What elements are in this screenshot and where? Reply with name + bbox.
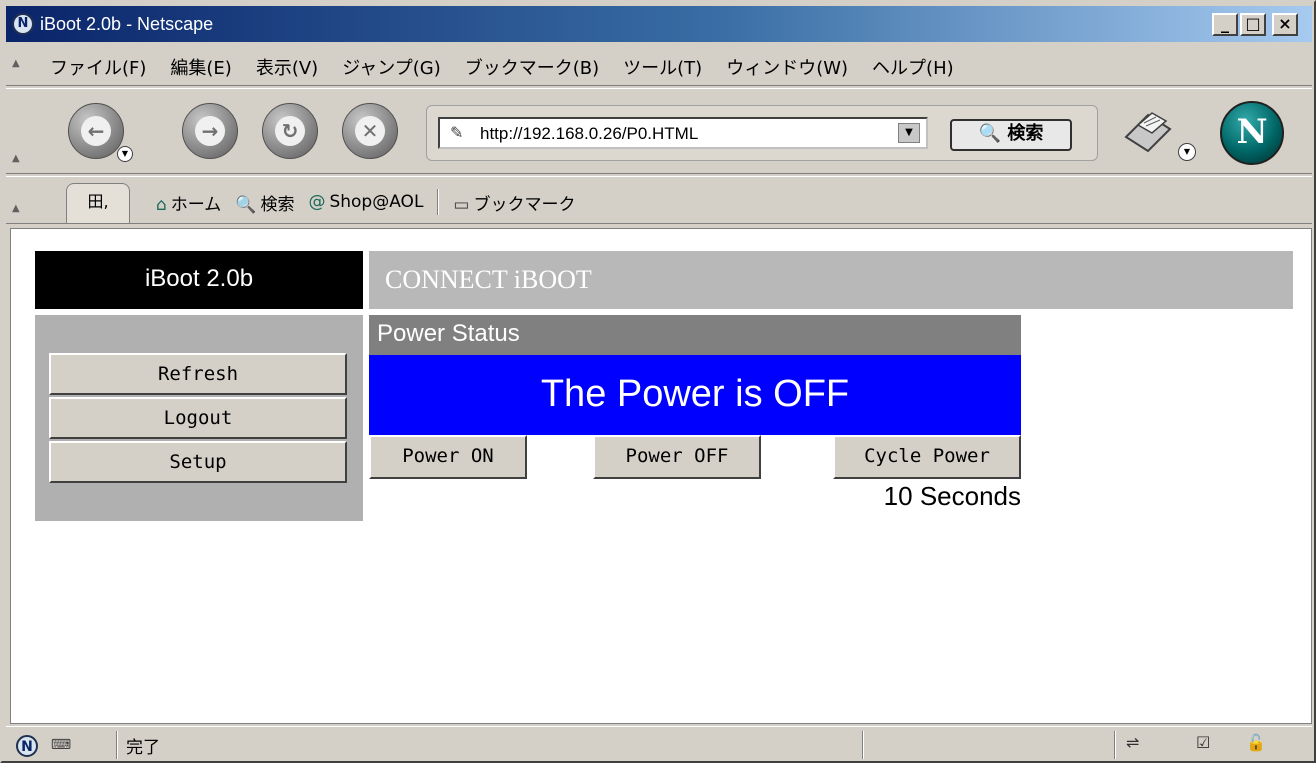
stop-button[interactable]: ✕ bbox=[342, 103, 398, 159]
page-title: CONNECT iBOOT bbox=[385, 265, 592, 294]
status-text: 完了 bbox=[126, 738, 160, 758]
page-content: iBoot 2.0b CONNECT iBOOT Refresh Logout … bbox=[10, 228, 1312, 724]
toolbar-grip-icon[interactable]: ▲ bbox=[12, 58, 24, 70]
home-link[interactable]: ⌂ ホーム bbox=[156, 190, 221, 215]
back-arrow-icon: ← bbox=[81, 116, 111, 146]
menu-items: ファイル(F) 編集(E) 表示(V) ジャンプ(G) ブックマーク(B) ツー… bbox=[50, 54, 954, 80]
search-link[interactable]: 🔍 検索 bbox=[235, 190, 294, 215]
component-bar-icon[interactable]: ⌨ bbox=[50, 735, 72, 757]
menu-file[interactable]: ファイル(F) bbox=[50, 54, 146, 80]
forward-button[interactable]: → bbox=[182, 103, 238, 159]
search-label: 検索 bbox=[260, 194, 295, 215]
toolbar-divider bbox=[437, 189, 440, 215]
title-bar: N iBoot 2.0b - Netscape _ □ × bbox=[6, 6, 1312, 42]
menu-edit[interactable]: 編集(E) bbox=[170, 54, 231, 80]
maximize-button[interactable]: □ bbox=[1240, 13, 1266, 36]
menu-window[interactable]: ウィンドウ(W) bbox=[726, 54, 848, 80]
menu-bookmarks[interactable]: ブックマーク(B) bbox=[465, 54, 599, 80]
dropdown-icon[interactable]: ▼ bbox=[117, 146, 133, 162]
status-divider bbox=[1114, 731, 1116, 759]
magnifier-icon: 🔍 bbox=[235, 194, 257, 215]
magnifier-icon: 🔍 bbox=[978, 123, 1002, 144]
sidebar-tab-button[interactable]: 田, bbox=[66, 183, 130, 223]
personal-toolbar: ▲ 田, ⌂ ホーム 🔍 検索 @ Shop@AOL ▭ ブックマーク bbox=[6, 176, 1312, 224]
power-state-banner: The Power is OFF bbox=[369, 355, 1021, 435]
setup-button[interactable]: Setup bbox=[49, 441, 347, 483]
brand-title: iBoot 2.0b bbox=[35, 251, 363, 309]
page-header: CONNECT iBOOT bbox=[369, 251, 1293, 309]
page-proxy-icon[interactable]: ✎ bbox=[450, 123, 463, 142]
shop-icon: @ bbox=[308, 192, 326, 212]
security-info-icon[interactable]: ☑ bbox=[1196, 733, 1210, 752]
menu-view[interactable]: 表示(V) bbox=[256, 54, 318, 80]
sidebar: Refresh Logout Setup bbox=[35, 315, 363, 521]
print-dropdown-icon[interactable]: ▼ bbox=[1178, 143, 1196, 161]
search-button[interactable]: 🔍 検索 bbox=[950, 119, 1072, 151]
logout-button[interactable]: Logout bbox=[49, 397, 347, 439]
navigation-toolbar: ▲ ← ▼ → ↻ ✕ ✎ http://192.168.0.26/P0.HTM… bbox=[6, 88, 1312, 174]
power-on-button[interactable]: Power ON bbox=[369, 435, 527, 479]
print-icon[interactable] bbox=[1118, 107, 1178, 153]
window-title: iBoot 2.0b - Netscape bbox=[40, 14, 214, 34]
minimize-button[interactable]: _ bbox=[1212, 13, 1238, 36]
back-button[interactable]: ← ▼ bbox=[68, 103, 133, 162]
url-dropdown-button[interactable]: ▼ bbox=[898, 123, 920, 143]
stop-icon: ✕ bbox=[355, 116, 385, 146]
menu-tools[interactable]: ツール(T) bbox=[623, 54, 702, 80]
status-divider bbox=[116, 731, 118, 759]
status-bar: N ⌨ 完了 ⇌ ☑ 🔓 bbox=[6, 726, 1312, 762]
status-divider bbox=[862, 731, 864, 759]
netscape-status-icon[interactable]: N bbox=[16, 735, 38, 757]
search-button-label: 検索 bbox=[1007, 123, 1044, 144]
refresh-button[interactable]: Refresh bbox=[49, 353, 347, 395]
menu-bar: ▲ ファイル(F) 編集(E) 表示(V) ジャンプ(G) ブックマーク(B) … bbox=[6, 44, 1312, 86]
close-button[interactable]: × bbox=[1272, 13, 1298, 36]
menu-go[interactable]: ジャンプ(G) bbox=[342, 54, 441, 80]
home-icon: ⌂ bbox=[156, 194, 167, 215]
folder-icon: ▭ bbox=[453, 194, 470, 215]
personal-toolbar-items: ⌂ ホーム 🔍 検索 @ Shop@AOL ▭ ブックマーク bbox=[156, 189, 575, 215]
forward-arrow-icon: → bbox=[195, 116, 225, 146]
menu-help[interactable]: ヘルプ(H) bbox=[872, 54, 954, 80]
toolbar-grip-icon[interactable]: ▲ bbox=[12, 153, 24, 165]
url-field[interactable]: ✎ http://192.168.0.26/P0.HTML ▼ bbox=[438, 117, 928, 149]
bookmarks-label: ブックマーク bbox=[473, 194, 576, 215]
cycle-power-button[interactable]: Cycle Power bbox=[833, 435, 1021, 479]
toolbar-grip-icon[interactable]: ▲ bbox=[12, 203, 24, 215]
browser-window: N iBoot 2.0b - Netscape _ □ × ▲ ファイル(F) … bbox=[0, 0, 1316, 763]
netscape-logo-icon[interactable]: N bbox=[1220, 101, 1284, 165]
netscape-icon: N bbox=[12, 13, 34, 35]
shop-link[interactable]: @ Shop@AOL bbox=[308, 192, 423, 212]
home-label: ホーム bbox=[170, 194, 222, 215]
reload-button[interactable]: ↻ bbox=[262, 103, 318, 159]
cycle-duration-text: 10 Seconds bbox=[883, 481, 1021, 511]
reload-icon: ↻ bbox=[275, 116, 305, 146]
lock-icon[interactable]: 🔓 bbox=[1246, 733, 1266, 752]
connection-icon: ⇌ bbox=[1126, 733, 1140, 752]
power-status-heading: Power Status bbox=[369, 315, 1021, 355]
bookmarks-link[interactable]: ▭ ブックマーク bbox=[453, 190, 575, 215]
shop-label: Shop@AOL bbox=[329, 192, 424, 212]
url-text[interactable]: http://192.168.0.26/P0.HTML bbox=[480, 124, 698, 144]
power-off-button[interactable]: Power OFF bbox=[593, 435, 761, 479]
